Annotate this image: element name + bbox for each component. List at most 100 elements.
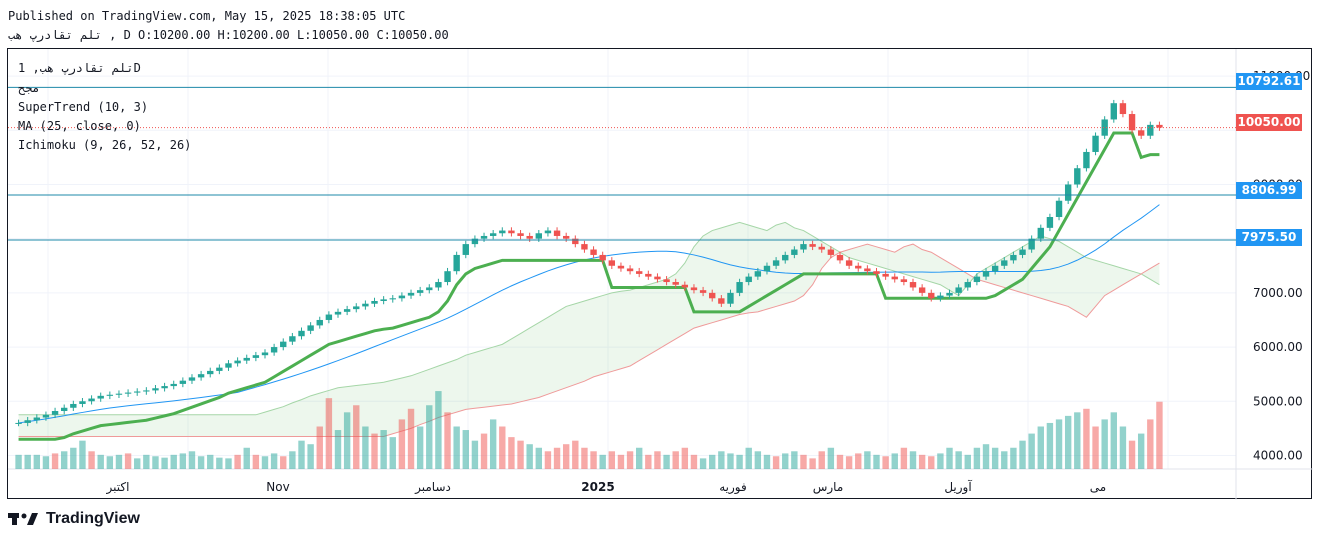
volume-bar bbox=[24, 454, 31, 469]
volume-bar bbox=[636, 447, 643, 469]
volume-bar bbox=[51, 453, 59, 469]
volume-bar bbox=[937, 453, 944, 469]
candle-body bbox=[535, 233, 542, 239]
candle-body bbox=[572, 238, 579, 245]
candle-body bbox=[818, 246, 825, 250]
volume-bar bbox=[599, 454, 606, 469]
volume-bar bbox=[343, 412, 351, 469]
volume-bar bbox=[471, 440, 479, 469]
candle-body bbox=[389, 298, 396, 300]
candle-body bbox=[782, 254, 789, 261]
published-header: Published on TradingView.com, May 15, 20… bbox=[8, 9, 406, 23]
candle-body bbox=[645, 273, 652, 277]
ichimoku-cloud bbox=[18, 222, 1160, 437]
volume-bar bbox=[1037, 426, 1044, 469]
candle-body bbox=[955, 287, 962, 293]
candle-body bbox=[973, 276, 981, 283]
time-axis-label: دسامبر bbox=[414, 480, 451, 495]
volume-bar bbox=[61, 451, 68, 469]
candle-body bbox=[416, 290, 424, 293]
time-axis-label: Nov bbox=[266, 480, 289, 494]
candle-body bbox=[316, 319, 323, 326]
volume-bar bbox=[654, 451, 661, 469]
volume-bar bbox=[188, 451, 196, 469]
time-axis-label: مارس bbox=[813, 480, 844, 495]
candle-body bbox=[70, 403, 77, 408]
candle-body bbox=[207, 370, 214, 375]
candle-body bbox=[636, 271, 643, 274]
price-axis-label: 7000.00 bbox=[1253, 286, 1303, 300]
candle-body bbox=[937, 295, 944, 299]
candle-body bbox=[845, 260, 853, 266]
candle-body bbox=[1119, 103, 1127, 115]
volume-bar bbox=[15, 454, 22, 469]
volume-bar bbox=[909, 451, 917, 469]
candle-body bbox=[873, 271, 880, 274]
candle-body bbox=[252, 355, 260, 358]
candle-body bbox=[690, 287, 698, 291]
volume-bar bbox=[772, 456, 780, 469]
volume-bar bbox=[1110, 412, 1117, 469]
candle-body bbox=[1110, 103, 1117, 120]
candle-body bbox=[380, 299, 387, 301]
candle-body bbox=[791, 249, 798, 255]
volume-bar bbox=[316, 426, 323, 469]
candle-body bbox=[216, 367, 223, 371]
volume-bar bbox=[115, 454, 123, 469]
volume-bar bbox=[170, 454, 177, 469]
volume-bar bbox=[727, 453, 734, 469]
volume-bar bbox=[809, 458, 816, 469]
volume-bar bbox=[489, 419, 497, 469]
candle-body bbox=[79, 401, 86, 404]
volume-bar bbox=[435, 391, 442, 469]
candle-body bbox=[280, 341, 287, 348]
volume-bar bbox=[918, 454, 926, 469]
volume-bar bbox=[791, 451, 798, 469]
volume-bar bbox=[973, 447, 981, 469]
volume-bar bbox=[818, 451, 825, 469]
candle-body bbox=[88, 398, 95, 402]
candle-body bbox=[362, 303, 369, 307]
volume-bar bbox=[143, 454, 150, 469]
candle-body bbox=[736, 282, 743, 293]
candle-body bbox=[152, 388, 159, 391]
chart-pane[interactable]: 11000.009000.007000.006000.005000.004000… bbox=[7, 48, 1313, 500]
volume-bar bbox=[617, 454, 625, 469]
candle-body bbox=[398, 295, 406, 299]
candle-body bbox=[371, 301, 378, 304]
supertrend-line bbox=[18, 131, 1160, 441]
candle-body bbox=[709, 292, 716, 299]
legend-volume: مجح bbox=[18, 81, 40, 95]
volume-bar bbox=[1147, 419, 1154, 469]
candle-body bbox=[590, 249, 597, 255]
candle-body bbox=[1001, 260, 1008, 266]
volume-bar bbox=[426, 405, 433, 469]
volume-bar bbox=[991, 447, 999, 469]
chart-canvas[interactable]: 11000.009000.007000.006000.005000.004000… bbox=[8, 49, 1313, 500]
volume-bar bbox=[672, 451, 679, 469]
candle-body bbox=[499, 230, 506, 234]
candle-body bbox=[161, 386, 168, 389]
volume-bar bbox=[152, 456, 159, 469]
volume-bar bbox=[827, 447, 835, 469]
volume-bar bbox=[243, 447, 250, 469]
time-axis-label: می bbox=[1090, 480, 1106, 494]
candle-body bbox=[891, 276, 898, 280]
volume-bar bbox=[845, 456, 853, 469]
volume-bar bbox=[1092, 426, 1099, 469]
tradingview-logo[interactable]: TradingView bbox=[8, 510, 140, 528]
volume-bar bbox=[88, 451, 95, 469]
volume-bar bbox=[982, 444, 990, 469]
candle-body bbox=[1019, 249, 1026, 255]
volume-bar bbox=[398, 419, 406, 469]
volume-bar bbox=[371, 433, 378, 469]
volume-bar bbox=[836, 454, 844, 469]
volume-bar bbox=[590, 451, 597, 469]
volume-bar bbox=[1074, 412, 1081, 469]
volume-bar bbox=[42, 456, 50, 469]
candle-body bbox=[508, 230, 515, 234]
candle-body bbox=[197, 374, 205, 378]
volume-bar bbox=[462, 430, 469, 469]
volume-bar bbox=[106, 456, 114, 469]
candle-body bbox=[772, 260, 780, 266]
